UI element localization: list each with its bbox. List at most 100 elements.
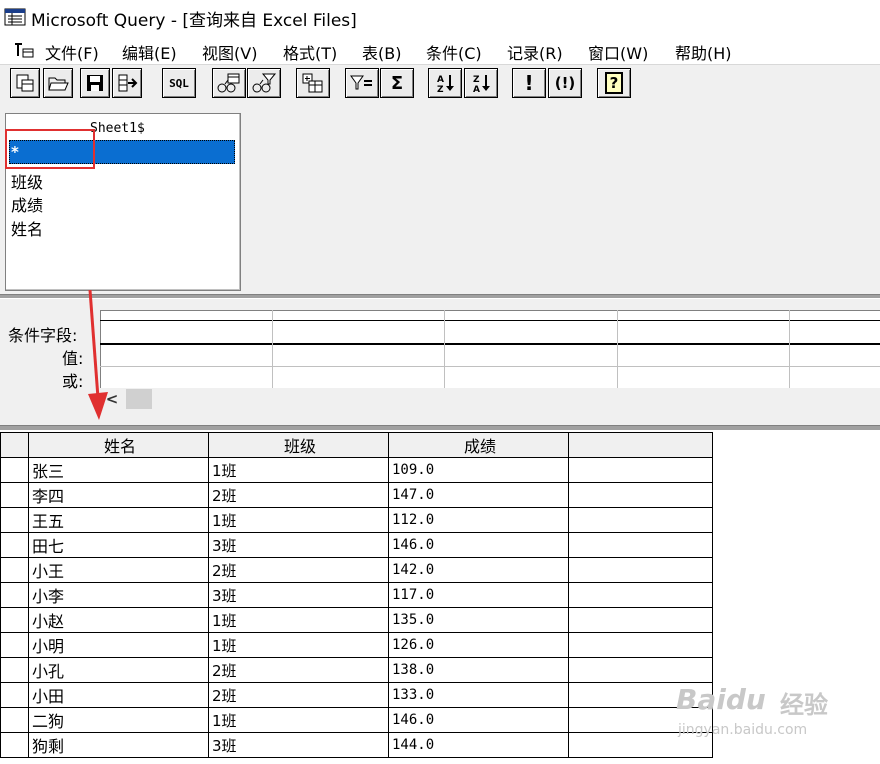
cell-name[interactable]: 小孔 bbox=[28, 657, 209, 683]
save-query-button[interactable] bbox=[80, 68, 110, 98]
cell-empty[interactable] bbox=[568, 557, 713, 583]
return-data-button[interactable] bbox=[112, 68, 142, 98]
menu-window[interactable]: 窗口(W) bbox=[588, 40, 648, 64]
row-selector[interactable] bbox=[0, 607, 29, 633]
cell-empty[interactable] bbox=[568, 457, 713, 483]
help-button[interactable]: ? bbox=[597, 68, 631, 98]
cell-name[interactable]: 小明 bbox=[28, 632, 209, 658]
cell-name[interactable]: 狗剩 bbox=[28, 732, 209, 758]
cell-class[interactable]: 3班 bbox=[208, 532, 389, 558]
scroll-thumb[interactable] bbox=[126, 389, 152, 409]
cell-name[interactable]: 小李 bbox=[28, 582, 209, 608]
auto-query-button[interactable]: (!) bbox=[548, 68, 582, 98]
row-selector[interactable] bbox=[0, 482, 29, 508]
field-item-name[interactable]: 姓名 bbox=[11, 216, 43, 240]
table-row[interactable]: 田七 3班 146.0 bbox=[0, 532, 713, 558]
table-row[interactable]: 小赵 1班 135.0 bbox=[0, 607, 713, 633]
row-selector[interactable] bbox=[0, 632, 29, 658]
totals-button[interactable]: Σ bbox=[380, 68, 414, 98]
table-row[interactable]: 小明 1班 126.0 bbox=[0, 632, 713, 658]
new-query-button[interactable] bbox=[10, 68, 40, 98]
cell-empty[interactable] bbox=[568, 507, 713, 533]
query-now-button[interactable]: ! bbox=[512, 68, 546, 98]
cell-empty[interactable] bbox=[568, 582, 713, 608]
table-row[interactable]: 张三 1班 109.0 bbox=[0, 457, 713, 483]
cell-empty[interactable] bbox=[568, 482, 713, 508]
results-grid[interactable]: 姓名 班级 成绩 张三 1班 109.0 李四 2班 147.0 王五 1班 112.0 田七 3班… bbox=[0, 432, 713, 758]
row-selector[interactable] bbox=[0, 532, 29, 558]
cell-empty[interactable] bbox=[568, 607, 713, 633]
table-row[interactable]: 二狗 1班 146.0 bbox=[0, 707, 713, 733]
cell-class[interactable]: 3班 bbox=[208, 582, 389, 608]
cell-score[interactable]: 142.0 bbox=[388, 557, 569, 583]
row-selector[interactable] bbox=[0, 657, 29, 683]
cell-name[interactable]: 小田 bbox=[28, 682, 209, 708]
cell-name[interactable]: 小赵 bbox=[28, 607, 209, 633]
app-icon[interactable] bbox=[4, 6, 26, 28]
cell-name[interactable]: 王五 bbox=[28, 507, 209, 533]
cell-score[interactable]: 138.0 bbox=[388, 657, 569, 683]
sql-button[interactable]: SQL bbox=[162, 68, 196, 98]
cell-class[interactable]: 3班 bbox=[208, 732, 389, 758]
open-query-button[interactable] bbox=[43, 68, 73, 98]
cell-empty[interactable] bbox=[568, 532, 713, 558]
menu-edit[interactable]: 编辑(E) bbox=[122, 40, 177, 64]
cell-name[interactable]: 李四 bbox=[28, 482, 209, 508]
column-header-name[interactable]: 姓名 bbox=[28, 432, 209, 458]
cell-score[interactable]: 146.0 bbox=[388, 707, 569, 733]
field-item-score[interactable]: 成绩 bbox=[11, 192, 43, 216]
table-row[interactable]: 李四 2班 147.0 bbox=[0, 482, 713, 508]
add-tables-button[interactable] bbox=[296, 68, 330, 98]
menu-records[interactable]: 记录(R) bbox=[507, 40, 563, 64]
cell-empty[interactable] bbox=[568, 632, 713, 658]
sort-descending-button[interactable]: Z A bbox=[464, 68, 498, 98]
row-selector[interactable] bbox=[0, 732, 29, 758]
row-selector[interactable] bbox=[0, 557, 29, 583]
table-row[interactable]: 小田 2班 133.0 bbox=[0, 682, 713, 708]
row-selector[interactable] bbox=[0, 582, 29, 608]
row-selector[interactable] bbox=[0, 707, 29, 733]
row-selector[interactable] bbox=[0, 507, 29, 533]
column-header-class[interactable]: 班级 bbox=[208, 432, 389, 458]
table-row[interactable]: 王五 1班 112.0 bbox=[0, 507, 713, 533]
table-row[interactable]: 小孔 2班 138.0 bbox=[0, 657, 713, 683]
cell-class[interactable]: 1班 bbox=[208, 707, 389, 733]
document-menu-icon[interactable] bbox=[12, 40, 38, 60]
cell-name[interactable]: 二狗 bbox=[28, 707, 209, 733]
cell-class[interactable]: 2班 bbox=[208, 657, 389, 683]
cell-score[interactable]: 147.0 bbox=[388, 482, 569, 508]
menu-table[interactable]: 表(B) bbox=[362, 40, 401, 64]
cell-class[interactable]: 1班 bbox=[208, 607, 389, 633]
cell-class[interactable]: 2班 bbox=[208, 682, 389, 708]
menu-format[interactable]: 格式(T) bbox=[283, 40, 337, 64]
field-item-class[interactable]: 班级 bbox=[11, 169, 43, 193]
cell-score[interactable]: 135.0 bbox=[388, 607, 569, 633]
criteria-equals-button[interactable] bbox=[345, 68, 379, 98]
column-header-score[interactable]: 成绩 bbox=[388, 432, 569, 458]
cell-name[interactable]: 小王 bbox=[28, 557, 209, 583]
cell-name[interactable]: 田七 bbox=[28, 532, 209, 558]
column-header-empty[interactable] bbox=[568, 432, 713, 458]
menu-view[interactable]: 视图(V) bbox=[202, 40, 257, 64]
cell-class[interactable]: 2班 bbox=[208, 557, 389, 583]
criteria-horizontal-scrollbar[interactable] bbox=[100, 388, 880, 410]
table-row[interactable]: 狗剩 3班 144.0 bbox=[0, 732, 713, 758]
menu-criteria[interactable]: 条件(C) bbox=[426, 40, 482, 64]
row-selector[interactable] bbox=[0, 457, 29, 483]
cell-score[interactable]: 133.0 bbox=[388, 682, 569, 708]
menu-file[interactable]: 文件(F) bbox=[45, 40, 99, 64]
show-tables-button[interactable] bbox=[212, 68, 246, 98]
cell-class[interactable]: 1班 bbox=[208, 632, 389, 658]
cell-class[interactable]: 1班 bbox=[208, 507, 389, 533]
table-row[interactable]: 小李 3班 117.0 bbox=[0, 582, 713, 608]
cell-score[interactable]: 109.0 bbox=[388, 457, 569, 483]
criteria-grid[interactable] bbox=[100, 310, 880, 388]
cell-empty[interactable] bbox=[568, 657, 713, 683]
cell-score[interactable]: 144.0 bbox=[388, 732, 569, 758]
sort-ascending-button[interactable]: A Z bbox=[428, 68, 462, 98]
cell-name[interactable]: 张三 bbox=[28, 457, 209, 483]
cell-score[interactable]: 117.0 bbox=[388, 582, 569, 608]
table-row[interactable]: 小王 2班 142.0 bbox=[0, 557, 713, 583]
cell-score[interactable]: 126.0 bbox=[388, 632, 569, 658]
menu-help[interactable]: 帮助(H) bbox=[675, 40, 732, 64]
